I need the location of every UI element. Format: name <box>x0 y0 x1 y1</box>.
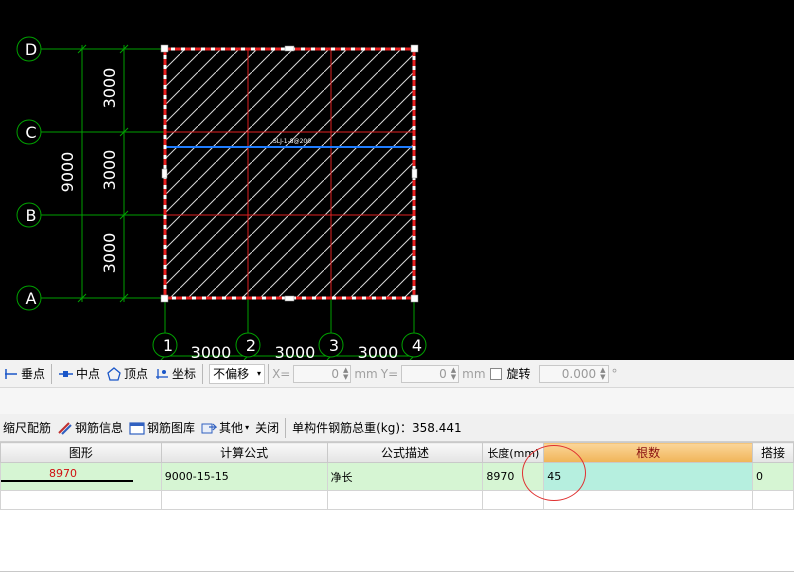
dim-horizontal-3: 3000 <box>358 343 399 360</box>
other-menu-button[interactable]: 其他 ▾ <box>198 414 252 441</box>
axis-label-d: D <box>25 40 37 59</box>
cell-lap[interactable]: 0 <box>752 462 794 491</box>
toolbar-divider <box>285 417 287 438</box>
snap-coordinate-label: 坐标 <box>172 367 197 381</box>
snap-perpendicular-button[interactable]: 垂点 <box>0 360 48 387</box>
axis-label-b: B <box>26 206 37 225</box>
rotate-checkbox[interactable] <box>489 367 502 380</box>
axis-label-4: 4 <box>412 336 422 355</box>
perpendicular-icon <box>5 368 17 379</box>
rebar-shape-length: 8970 <box>49 467 77 480</box>
x-unit: mm <box>354 366 378 381</box>
x-value: 0 <box>331 366 339 381</box>
table-row[interactable]: 8970 9000-15-15 净长 8970 45 0 <box>0 462 794 491</box>
col-header-lap[interactable]: 搭接 <box>752 442 794 463</box>
rebar-info-icon <box>58 421 72 435</box>
toolbar-divider <box>51 363 53 384</box>
vertex-icon <box>107 366 121 381</box>
dim-vertical-1: 3000 <box>100 68 119 109</box>
y-unit: mm <box>462 366 486 381</box>
cell-formula[interactable]: 9000-15-15 <box>160 462 328 491</box>
total-weight-text: 单构件钢筋总重(kg)：358.441 <box>292 421 462 435</box>
table-header-row: 图形 计算公式 公式描述 长度(mm) 根数 搭接 <box>0 442 794 463</box>
dim-vertical-total: 9000 <box>58 152 77 193</box>
midpoint-icon <box>59 370 74 377</box>
dim-vertical-3: 3000 <box>100 233 119 274</box>
rebar-table: 图形 计算公式 公式描述 长度(mm) 根数 搭接 8970 9000-15-1… <box>0 442 794 510</box>
x-label: X= <box>272 366 291 381</box>
toolbar-divider <box>202 363 204 384</box>
chevron-down-icon: ▾ <box>245 423 250 432</box>
toolbar-spacer <box>0 388 794 414</box>
x-input[interactable]: 0 ▲ ▼ <box>293 364 352 383</box>
snap-vertex-label: 顶点 <box>124 367 149 381</box>
scale-rebar-label: 缩尺配筋 <box>3 421 52 435</box>
axis-label-a: A <box>26 289 37 308</box>
offset-mode-select[interactable]: 不偏移 ▾ <box>209 363 266 384</box>
rebar-library-button[interactable]: 钢筋图库 <box>126 414 198 441</box>
snap-midpoint-button[interactable]: 中点 <box>55 360 103 387</box>
col-header-description[interactable]: 公式描述 <box>326 442 484 463</box>
scale-rebar-button[interactable]: 缩尺配筋 <box>0 414 54 441</box>
snap-perpendicular-label: 垂点 <box>21 367 46 381</box>
library-icon <box>129 421 145 435</box>
close-button[interactable]: 关闭 <box>252 414 282 441</box>
other-menu-label: 其他 <box>219 421 244 435</box>
dim-horizontal-1: 3000 <box>191 343 232 360</box>
rebar-shape-line <box>1 480 133 482</box>
dim-horizontal-2: 3000 <box>275 343 316 360</box>
other-menu-icon <box>201 423 218 433</box>
rebar-info-button[interactable]: 钢筋信息 <box>54 414 126 441</box>
snap-toolbar: 垂点 中点 顶点 坐标 不偏移 ▾ X= 0 ▲ ▼ mm Y= 0 ▲ ▼ m… <box>0 360 794 388</box>
col-header-formula[interactable]: 计算公式 <box>160 442 328 463</box>
rotate-value: 0.000 <box>561 366 597 381</box>
rebar-label: SLJ-1-8@200 <box>273 138 311 145</box>
cell-description[interactable]: 净长 <box>326 462 484 491</box>
axis-label-3: 3 <box>329 336 339 355</box>
degree-unit: ° <box>611 366 618 381</box>
y-value: 0 <box>439 366 447 381</box>
coordinate-icon <box>156 368 169 379</box>
slab-hatch[interactable] <box>165 49 414 298</box>
axis-label-2: 2 <box>246 336 256 355</box>
rebar-library-label: 钢筋图库 <box>147 421 196 435</box>
spinner-arrows-icon[interactable]: ▲ ▼ <box>343 366 348 381</box>
cad-drawing[interactable]: D C B A 1 2 3 4 3000 3000 3000 3000 3000… <box>0 0 794 360</box>
highlight-circle-annotation <box>522 445 586 501</box>
y-label: Y= <box>380 366 399 381</box>
spinner-arrows-icon[interactable]: ▲ ▼ <box>600 366 605 381</box>
cad-drawing-canvas[interactable]: D C B A 1 2 3 4 3000 3000 3000 3000 3000… <box>0 0 794 360</box>
cell-shape[interactable]: 8970 <box>0 462 162 491</box>
axis-label-c: C <box>25 123 36 142</box>
col-header-shape[interactable]: 图形 <box>0 442 162 463</box>
axis-label-1: 1 <box>163 336 173 355</box>
snap-vertex-button[interactable]: 顶点 <box>103 360 151 387</box>
rotate-input[interactable]: 0.000 ▲ ▼ <box>538 364 609 383</box>
spinner-arrows-icon[interactable]: ▲ ▼ <box>451 366 456 381</box>
toolbar-divider <box>268 363 270 384</box>
rebar-info-label: 钢筋信息 <box>75 421 124 435</box>
snap-coordinate-button[interactable]: 坐标 <box>151 360 199 387</box>
table-row-empty[interactable] <box>0 490 794 510</box>
snap-midpoint-label: 中点 <box>76 367 101 381</box>
rotate-label: 旋转 <box>506 367 531 381</box>
offset-mode-value: 不偏移 <box>213 367 250 381</box>
dim-vertical-2: 3000 <box>100 150 119 191</box>
chevron-down-icon: ▾ <box>257 369 262 378</box>
close-label: 关闭 <box>255 421 280 435</box>
rebar-toolbar: 缩尺配筋 钢筋信息 钢筋图库 其他 ▾ 关闭 单构件钢筋总重(kg)：358.4… <box>0 414 794 442</box>
rebar-shape-diagram: 8970 <box>1 463 161 490</box>
bottom-border <box>0 571 794 572</box>
y-input[interactable]: 0 ▲ ▼ <box>401 364 460 383</box>
total-weight-display: 单构件钢筋总重(kg)：358.441 <box>289 414 465 441</box>
